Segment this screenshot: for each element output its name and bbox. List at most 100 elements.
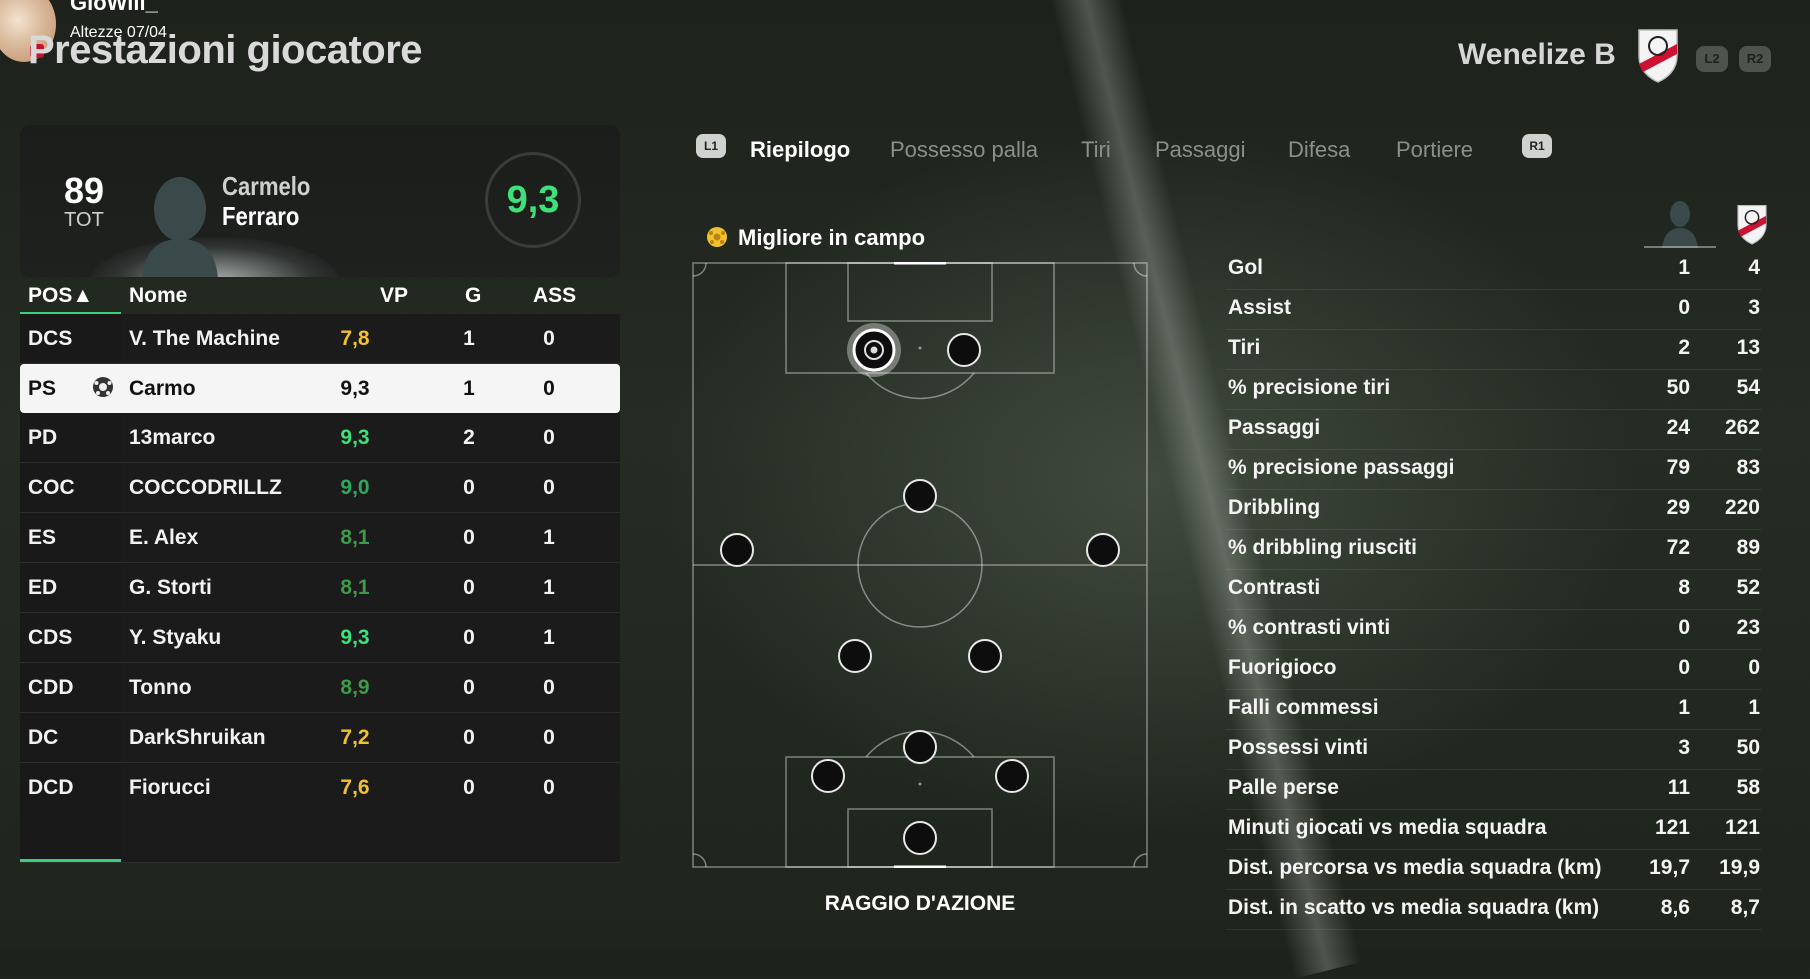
- row-rating: 9,3: [340, 377, 370, 400]
- table-row[interactable]: CDD Tonno 8,9 0 0: [20, 663, 620, 713]
- tab-riepilogo[interactable]: Riepilogo: [750, 137, 850, 163]
- stats-list: Gol 1 4 Assist 0 3 Tiri 2 13% precisione tiri 50 5…: [1226, 250, 1762, 930]
- table-row[interactable]: PD 13marco 9,3 2 0: [20, 413, 620, 463]
- stat-team-value: 1: [1748, 696, 1760, 719]
- player-marker: [947, 333, 981, 367]
- stat-label: Assist: [1228, 296, 1292, 319]
- heatmap-label[interactable]: RAGGIO D'AZIONE: [692, 892, 1148, 916]
- stat-team-value: 23: [1736, 616, 1760, 639]
- table-row[interactable]: CDS Y. Styaku 9,3 0 1: [20, 613, 620, 663]
- stat-label: Falli commessi: [1228, 696, 1379, 719]
- l1-button[interactable]: L1: [696, 134, 726, 158]
- stat-player-value: 79: [1666, 456, 1690, 479]
- tab-portiere[interactable]: Portiere: [1396, 137, 1473, 163]
- stat-team-value: 0: [1748, 656, 1760, 679]
- row-name: COCCODRILLZ: [129, 476, 282, 499]
- stat-player-value: 72: [1666, 536, 1690, 559]
- tab-passaggi[interactable]: Passaggi: [1155, 137, 1246, 163]
- player-marker: [838, 639, 872, 673]
- row-assists: 0: [543, 726, 555, 749]
- stat-team-value: 13: [1736, 336, 1760, 359]
- table-row[interactable]: ED G. Storti 8,1 0 1: [20, 563, 620, 613]
- stat-row: % contrasti vinti 0 23: [1226, 610, 1762, 650]
- row-goals: 0: [463, 726, 475, 749]
- header-pos[interactable]: POS▲: [28, 284, 93, 308]
- row-rating: 8,9: [340, 676, 370, 699]
- stat-player-value: 0: [1678, 656, 1690, 679]
- header-name[interactable]: Nome: [129, 284, 187, 308]
- stat-team-value: 262: [1724, 416, 1760, 439]
- stat-label: Contrasti: [1228, 576, 1321, 599]
- row-position: ES: [28, 526, 57, 549]
- row-goals: 2: [463, 426, 475, 449]
- row-name: V. The Machine: [129, 327, 280, 350]
- row-goals: 1: [463, 327, 475, 350]
- player-first-name: Carmelo: [222, 171, 311, 201]
- row-assists: 0: [543, 426, 555, 449]
- table-row[interactable]: DC DarkShruikan 7,2 0 0: [20, 713, 620, 763]
- table-row[interactable]: DCD Fiorucci 7,6 0 0: [20, 763, 620, 813]
- table-row[interactable]: PS Carmo 9,3 1 0: [20, 364, 620, 413]
- row-goals: 0: [463, 526, 475, 549]
- row-rating: 7,8: [340, 327, 370, 350]
- player-marker-selected: [847, 323, 901, 377]
- tab-tiri[interactable]: Tiri: [1081, 137, 1111, 163]
- motm-label: Migliore in campo: [738, 225, 926, 250]
- stat-player-value: 1: [1678, 696, 1690, 719]
- stat-row: Assist 0 3: [1226, 290, 1762, 330]
- stat-player-value: 0: [1678, 616, 1690, 639]
- player-marker: [811, 759, 845, 793]
- r1-button[interactable]: R1: [1522, 134, 1552, 158]
- username: GloWill_: [70, 0, 158, 15]
- stat-label: Dist. in scatto vs media squadra (km): [1228, 896, 1600, 919]
- stat-team-value: 50: [1736, 736, 1760, 759]
- stat-label: Possessi vinti: [1228, 736, 1369, 759]
- tab-difesa[interactable]: Difesa: [1288, 137, 1350, 163]
- r2-button[interactable]: R2: [1739, 46, 1771, 72]
- header-goals[interactable]: G: [465, 284, 481, 308]
- player-marker: [968, 639, 1002, 673]
- stat-row: Tiri 2 13: [1226, 330, 1762, 370]
- row-name: E. Alex: [129, 526, 199, 549]
- row-name: Carmo: [129, 377, 196, 400]
- row-position: PS: [28, 377, 57, 400]
- table-row[interactable]: DCS V. The Machine 7,8 1 0: [20, 314, 620, 364]
- stat-player-value: 11: [1667, 776, 1690, 799]
- stat-label: Dribbling: [1228, 496, 1321, 519]
- row-goals: 0: [463, 476, 475, 499]
- tab-possesso-palla[interactable]: Possesso palla: [890, 137, 1038, 163]
- player-marker: [1086, 533, 1120, 567]
- row-assists: 0: [543, 327, 555, 350]
- team-name: Wenelize B: [1458, 38, 1616, 71]
- header-assists[interactable]: ASS: [533, 284, 576, 308]
- table-row[interactable]: COC COCCODRILLZ 9,0 0 0: [20, 463, 620, 513]
- table-header: POS▲ Nome VP G ASS: [20, 280, 620, 315]
- stat-team-value: 54: [1736, 376, 1760, 399]
- row-position: COC: [28, 476, 75, 499]
- row-position: CDS: [28, 626, 73, 649]
- row-rating: 9,3: [340, 626, 370, 649]
- table-body: DCS V. The Machine 7,8 1 0 PS Carmo 9,3 1 0 PD 13ma…: [20, 314, 620, 863]
- stat-label: Tiri: [1228, 336, 1261, 359]
- player-marker: [995, 759, 1029, 793]
- table-row[interactable]: ES E. Alex 8,1 0 1: [20, 513, 620, 563]
- player-last-name: Ferraro: [222, 201, 300, 231]
- row-goals: 0: [463, 576, 475, 599]
- stat-player-value: 50: [1666, 376, 1690, 399]
- stat-row: Contrasti 8 52: [1226, 570, 1762, 610]
- header-vp[interactable]: VP: [380, 284, 408, 308]
- l2-button[interactable]: L2: [1696, 46, 1728, 72]
- stat-row: Minuti giocati vs media squadra 121 121: [1226, 810, 1762, 850]
- row-rating: 7,2: [340, 726, 370, 749]
- player-marker: [903, 821, 937, 855]
- row-assists: 0: [543, 476, 555, 499]
- row-rating: 8,1: [340, 526, 370, 549]
- stat-row: Falli commessi 1 1: [1226, 690, 1762, 730]
- stat-team-value: 3: [1748, 296, 1760, 319]
- row-position: PD: [28, 426, 58, 449]
- stat-label: Minuti giocati vs media squadra: [1228, 816, 1547, 839]
- stat-row: Fuorigioco 0 0: [1226, 650, 1762, 690]
- row-position: DCS: [28, 327, 73, 350]
- row-name: DarkShruikan: [129, 726, 266, 749]
- row-assists: 0: [543, 776, 555, 799]
